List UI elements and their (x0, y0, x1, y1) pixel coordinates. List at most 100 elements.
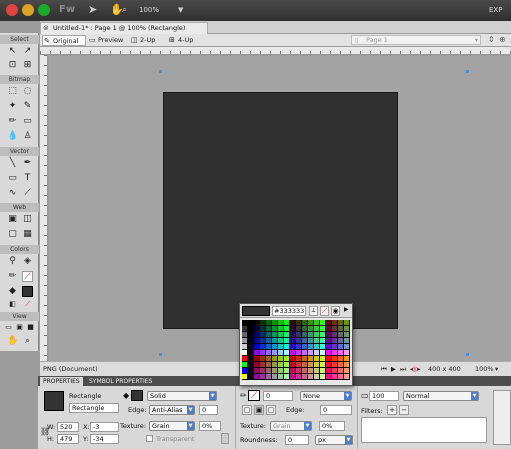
page-selector[interactable]: ▯ Page 1 ▾ (351, 35, 481, 45)
stroke-texture-amount-field[interactable]: 0% (319, 421, 345, 431)
fill-type-select[interactable]: Solid ▼ (147, 391, 217, 401)
chevron-down-icon[interactable]: ▾ (495, 365, 498, 373)
fill-color-swatch[interactable] (22, 286, 33, 297)
stroke-type-select[interactable]: None ▼ (300, 391, 352, 401)
selection-handle[interactable] (466, 353, 469, 356)
stroke-texture-select[interactable]: Grain ▼ (270, 421, 312, 431)
stroke-color-icon[interactable]: ✏ (7, 271, 18, 282)
magic-wand-tool-icon[interactable]: ✦ (7, 101, 18, 112)
zoom-level[interactable]: 100% (139, 6, 159, 14)
stroke-color-swatch[interactable]: ⟋ (22, 271, 33, 282)
record-icon[interactable]: ◎ (412, 365, 418, 373)
tab-properties[interactable]: PROPERTIES (40, 377, 83, 386)
texture-slider-handle[interactable] (221, 433, 229, 444)
freeform-tool-icon[interactable]: ∿ (7, 188, 18, 199)
hotspot-tool-icon[interactable]: ▣ (7, 214, 18, 225)
show-slices-icon[interactable]: ▦ (22, 229, 33, 240)
fill-color-well[interactable] (131, 390, 143, 401)
full-screen-mode-icon[interactable]: ■ (25, 322, 36, 333)
marquee-tool-icon[interactable]: ⬚ (7, 86, 18, 97)
edge-value-field[interactable]: 0 (199, 405, 218, 415)
close-tab-icon[interactable]: ⊗ (43, 23, 49, 34)
rectangle-object[interactable] (163, 92, 398, 329)
height-field[interactable]: 479 (57, 434, 79, 444)
slice-tool-icon[interactable]: ◫ (22, 214, 33, 225)
object-name-field[interactable]: Rectangle (69, 403, 119, 413)
hex-color-field[interactable]: #333333 (272, 306, 306, 316)
width-field[interactable]: 520 (57, 422, 79, 432)
rubber-stamp-tool-icon[interactable]: ♙ (22, 131, 33, 142)
zoom-tool-icon[interactable]: ⌕ (22, 336, 33, 347)
filters-list[interactable] (361, 417, 487, 443)
texture-select[interactable]: Grain ▼ (149, 421, 195, 431)
x-field[interactable]: -3 (90, 422, 119, 432)
full-screen-menus-mode-icon[interactable]: ▣ (14, 322, 25, 333)
remove-filter-icon[interactable]: − (399, 405, 409, 415)
default-colors-icon[interactable]: ◧ (7, 299, 18, 310)
tab-preview[interactable]: ▭ Preview (88, 35, 128, 46)
horizontal-ruler[interactable] (40, 47, 511, 55)
stroke-edge-field[interactable]: 0 (320, 405, 352, 415)
fill-color-icon[interactable]: ◆ (7, 286, 18, 297)
standard-screen-mode-icon[interactable]: ▭ (3, 322, 14, 333)
color-wheel-icon[interactable]: ◉ (331, 306, 340, 316)
subselect-tool-icon[interactable]: ↗ (22, 46, 33, 57)
hand-tool-icon[interactable]: ✋ (7, 336, 18, 347)
no-color-icon[interactable]: ⟋ (320, 306, 329, 316)
knife-tool-icon[interactable]: ⟋ (22, 188, 33, 199)
tab-2-up[interactable]: ◫ 2-Up (130, 35, 166, 46)
paint-bucket-tool-icon[interactable]: ◈ (22, 256, 33, 267)
color-swatch[interactable] (344, 374, 350, 380)
selection-handle[interactable] (159, 70, 162, 73)
stroke-inside-icon[interactable]: ▢ (242, 405, 252, 415)
selection-handle[interactable] (159, 353, 162, 356)
zoom-dropdown-icon[interactable]: ▼ (178, 6, 183, 14)
zoom-icon[interactable]: ⌕ (122, 5, 127, 15)
page-menu-icon[interactable]: ⇕ (488, 35, 495, 44)
swatch-grid[interactable] (242, 320, 350, 384)
y-field[interactable]: -34 (90, 434, 119, 444)
vertical-ruler[interactable] (40, 55, 48, 361)
tab-symbol-properties[interactable]: SYMBOL PROPERTIES (86, 377, 155, 386)
blur-tool-icon[interactable]: 💧 (7, 131, 18, 142)
lasso-tool-icon[interactable]: ◌ (22, 86, 33, 97)
texture-amount-field[interactable]: 0% (199, 421, 221, 431)
roundness-field[interactable]: 0 (285, 435, 309, 445)
new-page-icon[interactable]: ⊕ (499, 35, 506, 44)
blend-mode-select[interactable]: Normal ▼ (403, 391, 479, 401)
stroke-center-icon[interactable]: ▣ (254, 405, 264, 415)
lock-proportions-icon[interactable]: ⛓ (40, 427, 50, 436)
eyedropper-icon[interactable]: ⟂ (309, 306, 318, 316)
text-tool-icon[interactable]: T (22, 173, 33, 184)
pen-tool-icon[interactable]: ✒ (22, 158, 33, 169)
pointer-tool-icon[interactable]: ↖ (7, 46, 18, 57)
zoom-window-button[interactable] (38, 4, 50, 16)
opacity-field[interactable]: 100 (369, 391, 399, 401)
workspace-switcher[interactable]: EXP (489, 6, 502, 14)
swatches-menu-icon[interactable]: ▶ (344, 306, 349, 313)
no-stroke-icon[interactable]: ⟋ (22, 299, 33, 310)
crop-tool-icon[interactable]: ⊞ (22, 60, 33, 71)
pointer-icon[interactable]: ➤ (88, 3, 97, 16)
edge-select[interactable]: Anti-Alias ▼ (149, 405, 195, 415)
hide-slices-icon[interactable]: ▢ (7, 229, 18, 240)
minimize-window-button[interactable] (22, 4, 34, 16)
eyedropper-tool-icon[interactable]: ⚲ (7, 256, 18, 267)
pencil-tool-icon[interactable]: ✏ (7, 116, 18, 127)
tab-original[interactable]: ✎ Original (42, 35, 86, 46)
rectangle-tool-icon[interactable]: ▭ (7, 173, 18, 184)
status-zoom[interactable]: 100% (475, 365, 494, 373)
stroke-size-field[interactable]: 0 (263, 391, 293, 401)
roundness-unit-select[interactable]: px ▼ (315, 435, 353, 445)
eraser-tool-icon[interactable]: ▭ (22, 116, 33, 127)
tab-4-up[interactable]: ⊞ 4-Up (168, 35, 204, 46)
stroke-color-well[interactable]: ⟋ (248, 390, 260, 401)
close-window-button[interactable] (6, 4, 18, 16)
stroke-outside-icon[interactable]: ▢ (266, 405, 276, 415)
selection-handle[interactable] (466, 70, 469, 73)
scale-tool-icon[interactable]: ⊡ (7, 60, 18, 71)
document-tab[interactable]: ⊗ Untitled-1* : Page 1 @ 100% (Rectangle… (40, 22, 208, 34)
brush-tool-icon[interactable]: ✎ (22, 101, 33, 112)
add-filter-icon[interactable]: + (387, 405, 397, 415)
transparent-checkbox[interactable] (146, 435, 153, 442)
